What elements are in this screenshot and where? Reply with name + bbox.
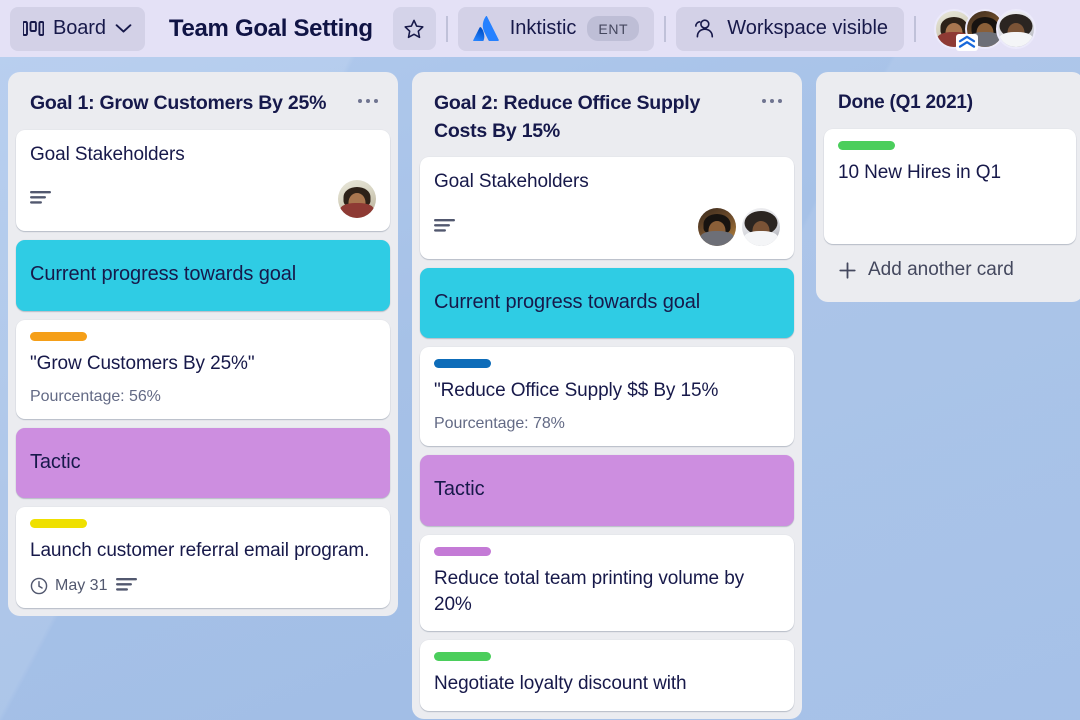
- description-icon: [116, 578, 138, 593]
- board-view-label: Board: [53, 17, 106, 39]
- card-tactic-section[interactable]: Tactic: [16, 427, 390, 499]
- board-members[interactable]: [934, 8, 1037, 51]
- chevron-down-icon: [115, 23, 132, 34]
- list-goal-2: Goal 2: Reduce Office Supply Costs By 15…: [412, 72, 802, 719]
- premium-chevrons-icon: [956, 33, 979, 51]
- card-title: Launch customer referral email program.: [30, 540, 370, 562]
- list-done-q1-2021: Done (Q1 2021) 10 New Hires in Q1 Add an…: [816, 72, 1080, 303]
- avatar-body: [700, 230, 734, 246]
- card-members[interactable]: [332, 179, 376, 218]
- board-visibility-button[interactable]: Workspace visible: [676, 6, 905, 51]
- board-visibility-label: Workspace visible: [727, 17, 889, 39]
- card-current-progress-section[interactable]: Current progress towards goal: [16, 239, 390, 311]
- card-title: Goal Stakeholders: [434, 171, 589, 193]
- avatar[interactable]: [338, 179, 376, 218]
- card-label[interactable]: [30, 331, 87, 341]
- avatar-body: [340, 202, 374, 218]
- toolbar-divider-2: [664, 15, 667, 42]
- avatar-body: [744, 230, 778, 246]
- add-another-card-button[interactable]: Add another card: [824, 244, 1076, 294]
- card-subtitle: Pourcentage: 78%: [434, 415, 565, 433]
- toolbar-divider-3: [914, 15, 917, 42]
- avatar[interactable]: [698, 207, 736, 246]
- card-label[interactable]: [434, 359, 491, 369]
- card-new-hires[interactable]: 10 New Hires in Q1: [824, 128, 1076, 245]
- list-title: Done (Q1 2021): [838, 92, 973, 113]
- card-label[interactable]: [434, 652, 491, 662]
- card-reduce-printing[interactable]: Reduce total team printing volume by 20%: [420, 535, 794, 632]
- workspace-switcher-button[interactable]: Inktistic ENT: [457, 6, 655, 51]
- board-lists-container: Goal 1: Grow Customers By 25% Goal Stake…: [0, 57, 1080, 720]
- card-title: Tactic: [434, 478, 485, 501]
- card-title: Current progress towards goal: [434, 290, 701, 313]
- board-view-switcher[interactable]: Board: [10, 6, 145, 51]
- card-footer: [434, 207, 780, 246]
- card-goal-stakeholders[interactable]: Goal Stakeholders: [16, 129, 390, 231]
- list-header: Goal 2: Reduce Office Supply Costs By 15…: [420, 80, 794, 157]
- card-title: Goal Stakeholders: [30, 143, 185, 165]
- plus-icon: [838, 261, 857, 280]
- workspace-plan-badge: ENT: [587, 16, 640, 41]
- board-icon: [23, 20, 44, 37]
- star-icon: [403, 18, 425, 40]
- card-label[interactable]: [434, 547, 491, 556]
- people-icon: [692, 18, 715, 39]
- avatar[interactable]: [742, 207, 780, 246]
- description-icon: [434, 219, 455, 234]
- card-referral-program[interactable]: Launch customer referral email program. …: [16, 507, 390, 608]
- star-board-button[interactable]: [392, 7, 436, 50]
- board-top-bar: Board Team Goal Setting Inktistic ENT Wo…: [0, 0, 1080, 57]
- list-cards: Goal Stakeholders Current progress towar…: [420, 157, 794, 711]
- card-members[interactable]: [692, 207, 780, 246]
- card-goal-stakeholders[interactable]: Goal Stakeholders: [420, 157, 794, 259]
- workspace-name: Inktistic: [509, 17, 577, 39]
- card-label[interactable]: [30, 519, 87, 529]
- card-badges: May 31: [30, 577, 376, 595]
- card-title: "Reduce Office Supply $$ By 15%: [434, 380, 719, 402]
- toolbar-divider-1: [445, 15, 448, 42]
- card-title: "Grow Customers By 25%": [30, 352, 255, 374]
- avatar[interactable]: [996, 8, 1037, 49]
- card-title: Reduce total team printing volume by 20%: [434, 568, 745, 616]
- card-footer: [30, 179, 376, 218]
- card-label[interactable]: [838, 140, 895, 150]
- card-grow-customers-metric[interactable]: "Grow Customers By 25%" Pourcentage: 56%: [16, 319, 390, 419]
- list-cards: Goal Stakeholders Current progress towar…: [16, 129, 390, 608]
- card-title: Negotiate loyalty discount with: [434, 673, 687, 695]
- card-due-date-badge[interactable]: May 31: [30, 577, 107, 595]
- list-title: Goal 2: Reduce Office Supply Costs By 15…: [434, 92, 701, 142]
- card-due-date-label: May 31: [55, 576, 108, 594]
- card-negotiate-discount[interactable]: Negotiate loyalty discount with: [420, 640, 794, 711]
- card-title: Tactic: [30, 450, 81, 473]
- list-cards: 10 New Hires in Q1: [824, 128, 1076, 245]
- card-tactic-section[interactable]: Tactic: [420, 455, 794, 526]
- card-title: Current progress towards goal: [30, 262, 297, 285]
- description-icon: [30, 191, 51, 206]
- card-current-progress-section[interactable]: Current progress towards goal: [420, 267, 794, 339]
- add-another-card-label: Add another card: [868, 259, 1014, 281]
- card-reduce-supply-metric[interactable]: "Reduce Office Supply $$ By 15% Pourcent…: [420, 347, 794, 447]
- list-actions-button[interactable]: [352, 90, 384, 112]
- atlassian-logo-icon: [472, 16, 499, 41]
- list-header: Goal 1: Grow Customers By 25%: [16, 80, 390, 130]
- clock-icon: [30, 577, 48, 595]
- list-goal-1: Goal 1: Grow Customers By 25% Goal Stake…: [8, 72, 398, 616]
- list-actions-button[interactable]: [756, 90, 788, 112]
- list-title: Goal 1: Grow Customers By 25%: [30, 92, 327, 114]
- page-title: Team Goal Setting: [168, 14, 373, 42]
- card-title: 10 New Hires in Q1: [838, 161, 1001, 183]
- avatar-body: [999, 31, 1034, 47]
- card-subtitle: Pourcentage: 56%: [30, 387, 161, 405]
- list-header: Done (Q1 2021): [824, 80, 1076, 129]
